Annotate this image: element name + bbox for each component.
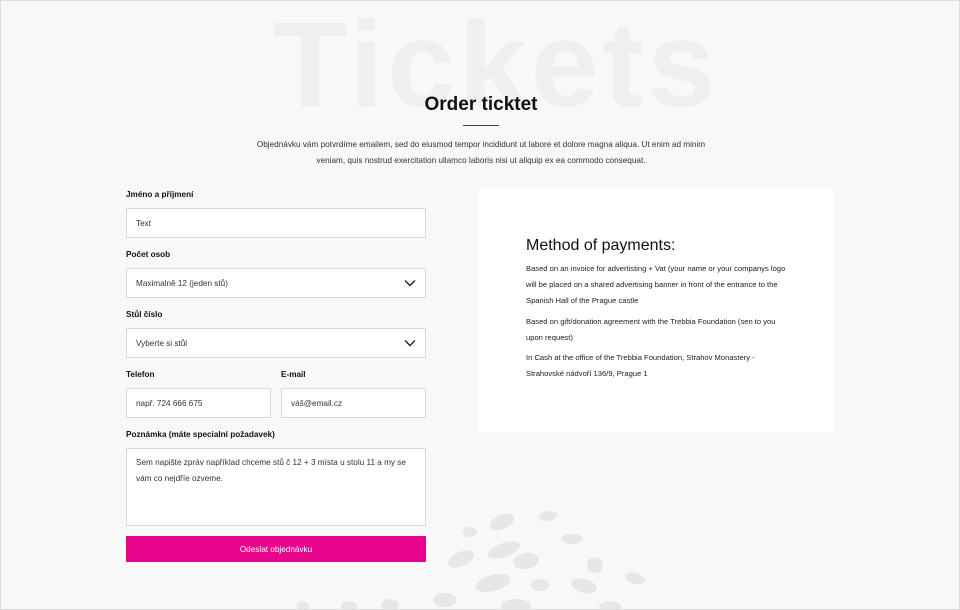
decor-blob	[561, 534, 583, 544]
decor-blob	[587, 557, 603, 573]
note-textarea[interactable]: Sem napište zpráv například chceme stů č…	[126, 448, 426, 526]
chevron-down-icon	[404, 280, 416, 287]
name-label: Jméno a příjmení	[126, 190, 194, 199]
payment-method-invoice: Based on an invoice for advertisting + V…	[526, 264, 786, 305]
decor-blob	[623, 570, 647, 587]
persons-select[interactable]: Maximalně 12 (jeden stů)	[126, 268, 426, 298]
email-label: E-mail	[281, 370, 306, 379]
phone-label: Telefon	[126, 370, 155, 379]
intro-text: Objednávku vám potvrdíme emailem, sed do…	[241, 137, 721, 168]
email-field-placeholder: váš@email.cz	[291, 398, 343, 408]
page-title: Order ticktet	[424, 94, 538, 115]
decor-blob	[569, 575, 599, 597]
table-select-value: Vyberte si stůl	[136, 338, 188, 348]
decor-blob	[501, 599, 531, 609]
decor-blob	[433, 593, 457, 607]
intro-line: Objednávku vám potvrdíme emailem, sed do…	[256, 140, 706, 149]
payments-title: Method of payments:	[526, 237, 676, 254]
decor-blob	[473, 570, 513, 596]
payment-method-cash: In Cash at the office of the Trebbia Fou…	[526, 353, 755, 378]
submit-order-button[interactable]: Odeslat objednávku	[126, 536, 426, 562]
phone-field[interactable]: např. 724 666 675	[126, 388, 271, 418]
note-textarea-value: Sem napište zpráv například chceme stů č…	[136, 458, 406, 483]
table-label: Stůl číslo	[126, 310, 163, 319]
chevron-down-icon	[404, 340, 416, 347]
email-field[interactable]: váš@email.cz	[281, 388, 426, 418]
note-label: Poznámka (máte specialní požadavek)	[126, 430, 275, 439]
persons-label: Počet osob	[126, 250, 171, 259]
decor-blob	[511, 550, 541, 572]
phone-field-placeholder: např. 724 666 675	[136, 398, 203, 408]
decor-blob	[297, 601, 309, 609]
decor-blob	[538, 509, 558, 523]
decor-blob	[487, 510, 517, 534]
table-select[interactable]: Vyberte si stůl	[126, 328, 426, 358]
decor-blob	[463, 527, 477, 537]
decor-blob	[599, 601, 621, 609]
name-field-value: Text	[136, 218, 152, 228]
intro-line: veniam, quis nostrud exercitation ullamc…	[316, 155, 646, 165]
persons-select-value: Maximalně 12 (jeden stů)	[136, 278, 228, 288]
payment-method-donation: Based on gift/donation agreement with th…	[526, 317, 776, 342]
decor-blob	[381, 599, 399, 609]
decor-blob	[341, 601, 357, 609]
page-frame: Tickets Order ticktet Objednávku vám pot…	[0, 0, 960, 610]
title-divider	[463, 125, 499, 126]
name-field[interactable]: Text	[126, 208, 426, 238]
payment-info-card: Method of payments: Based on an invoice …	[478, 189, 834, 432]
decor-blob	[531, 579, 549, 591]
decor-blob	[445, 546, 477, 572]
